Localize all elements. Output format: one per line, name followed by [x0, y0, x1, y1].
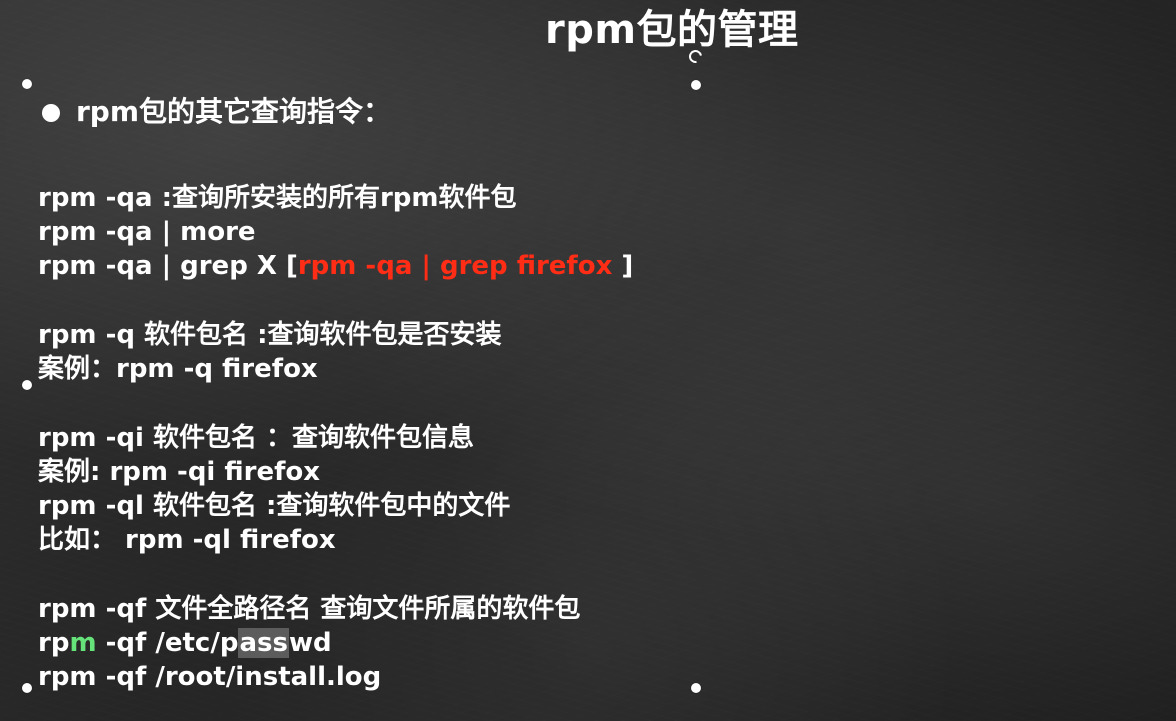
section-heading: rpm包的其它查询指令：: [76, 95, 392, 128]
command-line: rpm -qa :查询所安装的所有rpm软件包: [38, 183, 517, 213]
command-line: rpm -ql 软件包名 :查询软件包中的文件: [38, 491, 511, 521]
bullet-icon: [42, 103, 60, 122]
command-suffix: ]: [612, 251, 634, 281]
command-line-with-highlight: rpm -qf /etc/passwd: [38, 626, 1138, 660]
command-line: 案例: rpm -qi firefox: [38, 457, 321, 487]
command-group-4: rpm -qf 文件全路径名 查询文件所属的软件包 rpm -qf /etc/p…: [38, 592, 1138, 694]
selection-handle-icon[interactable]: [691, 80, 701, 90]
command-line-with-example: rpm -qa | grep X [rpm -qa | grep firefox…: [38, 249, 1138, 283]
command-group-2: rpm -q 软件包名 :查询软件包是否安装 案例：rpm -q firefox: [38, 318, 1138, 386]
command-line: 比如： rpm -ql firefox: [38, 525, 336, 555]
command-line: rpm -qa | more: [38, 217, 256, 247]
slide-canvas: rpm包的管理 rpm包的其它查询指令： rpm -qa :查询所安装的所有rp…: [0, 0, 1176, 721]
command-line: 案例：rpm -q firefox: [38, 354, 318, 384]
command-line: rpm -qf 文件全路径名 查询文件所属的软件包: [38, 594, 581, 624]
command-line: rpm -qf /root/install.log: [38, 662, 382, 692]
slide-content: rpm包的其它查询指令： rpm -qa :查询所安装的所有rpm软件包 rpm…: [38, 92, 1138, 694]
green-highlight: m: [69, 628, 97, 658]
text-segment: wd: [288, 628, 332, 658]
command-line: rpm -qi 软件包名 ：查询软件包信息: [38, 423, 474, 453]
selection-handle-icon[interactable]: [691, 683, 701, 693]
text-segment: rp: [38, 628, 70, 658]
selection-handle-icon[interactable]: [22, 683, 32, 693]
command-group-1: rpm -qa :查询所安装的所有rpm软件包 rpm -qa | more r…: [38, 181, 1138, 283]
selection-highlight: ass: [238, 628, 289, 658]
command-group-3: rpm -qi 软件包名 ：查询软件包信息 案例: rpm -qi firefo…: [38, 421, 1138, 557]
text-segment: -qf /etc/p: [96, 628, 239, 658]
page-title: rpm包的管理: [545, 7, 799, 53]
bullet-heading: rpm包的其它查询指令：: [42, 92, 1138, 132]
command-prefix: rpm -qa | grep X [: [38, 251, 298, 281]
red-example-command: rpm -qa | grep firefox: [297, 251, 613, 281]
command-line: rpm -q 软件包名 :查询软件包是否安装: [38, 320, 502, 350]
selection-handle-icon[interactable]: [22, 380, 32, 390]
selection-handle-icon[interactable]: [22, 79, 32, 89]
